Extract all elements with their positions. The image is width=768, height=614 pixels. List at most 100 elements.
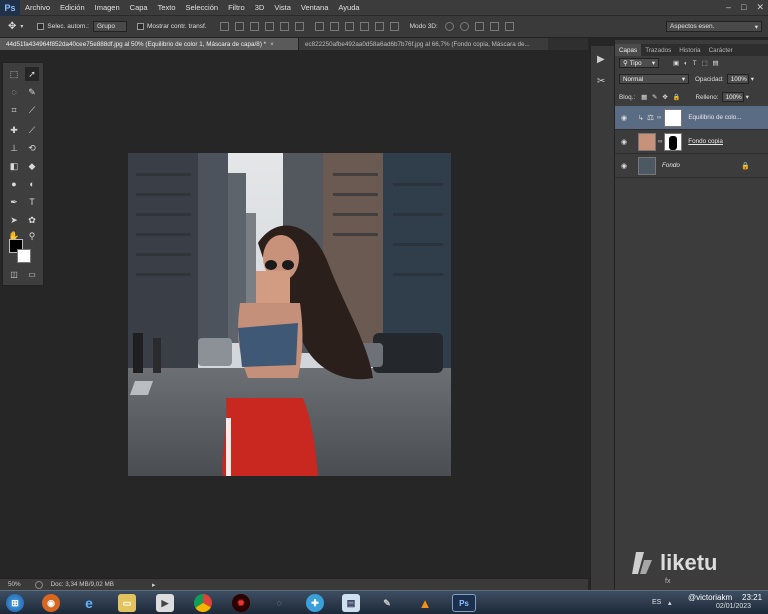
- eyedropper-tool-icon[interactable]: ⟋: [25, 103, 39, 117]
- quick-selection-tool-icon[interactable]: ✎: [25, 85, 39, 99]
- minimize-icon[interactable]: –: [726, 2, 731, 13]
- brush-tool-icon[interactable]: ⟋: [25, 123, 39, 137]
- layer-row-fondo[interactable]: ◉ Fondo 🔒: [615, 154, 768, 178]
- menu-edicion[interactable]: Edición: [55, 3, 90, 12]
- slide-3d-icon[interactable]: [489, 22, 499, 31]
- align-bottom-icon[interactable]: [249, 22, 259, 31]
- align-middle-icon[interactable]: [234, 22, 244, 31]
- internet-explorer-icon[interactable]: e: [80, 594, 98, 612]
- vlc-icon[interactable]: ▲: [416, 594, 434, 612]
- history-brush-tool-icon[interactable]: ⟲: [25, 141, 39, 155]
- layer-row-color-balance[interactable]: ◉ ↳ ⚖ ∞ Equilibrio de colo...: [615, 106, 768, 130]
- auto-select-option[interactable]: Selec. autom.:: [37, 23, 89, 30]
- path-selection-tool-icon[interactable]: ➤: [7, 213, 21, 227]
- align-center-icon[interactable]: [279, 22, 289, 31]
- menu-imagen[interactable]: Imagen: [90, 3, 125, 12]
- screen-mode-icon[interactable]: ▭: [25, 267, 39, 281]
- distribute-top-icon[interactable]: [314, 22, 324, 31]
- fill-slider-icon[interactable]: ▾: [746, 94, 749, 101]
- layer-name[interactable]: Fondo: [662, 162, 680, 169]
- rotate-3d-icon[interactable]: [444, 22, 454, 31]
- menu-3d[interactable]: 3D: [250, 3, 270, 12]
- lasso-tool-icon[interactable]: ◌: [7, 85, 21, 99]
- menu-filtro[interactable]: Filtro: [223, 3, 250, 12]
- healing-brush-tool-icon[interactable]: ✚: [7, 123, 21, 137]
- align-right-icon[interactable]: [294, 22, 304, 31]
- tab-caracter[interactable]: Carácter: [705, 44, 737, 56]
- show-transform-option[interactable]: Mostrar contr. transf.: [136, 23, 207, 30]
- show-transform-checkbox[interactable]: [136, 23, 144, 30]
- pan-3d-icon[interactable]: [474, 22, 484, 31]
- blend-mode-dropdown[interactable]: Normal ▾: [619, 74, 689, 84]
- distribute-bottom-icon[interactable]: [344, 22, 354, 31]
- distribute-middle-icon[interactable]: [329, 22, 339, 31]
- auto-select-dropdown[interactable]: Grupo: [92, 21, 127, 32]
- dodge-tool-icon[interactable]: ◐: [25, 177, 39, 191]
- menu-capa[interactable]: Capa: [125, 3, 153, 12]
- tools-preset-icon[interactable]: ✂: [597, 76, 605, 87]
- opacity-slider-icon[interactable]: ▾: [751, 76, 754, 83]
- circle-app-icon[interactable]: ◌: [270, 594, 288, 612]
- visibility-eye-icon[interactable]: ◉: [618, 114, 630, 122]
- layer-filter-dropdown[interactable]: ⚲ Tipo ▾: [619, 58, 659, 68]
- lock-icons[interactable]: ▦✎✥🔒: [641, 93, 685, 101]
- folder-icon[interactable]: ▭: [118, 594, 136, 612]
- layer-mask-thumbnail[interactable]: [664, 108, 683, 127]
- roll-3d-icon[interactable]: [459, 22, 469, 31]
- red-app-icon[interactable]: ✹: [232, 594, 250, 612]
- layer-row-fondo-copia[interactable]: ◉ ∞ Fondo copia: [615, 130, 768, 154]
- menu-archivo[interactable]: Archivo: [20, 3, 55, 12]
- menu-vista[interactable]: Vista: [269, 3, 296, 12]
- status-menu-arrow-icon[interactable]: ▸: [152, 581, 156, 589]
- menu-seleccion[interactable]: Selección: [181, 3, 224, 12]
- visibility-eye-icon[interactable]: ◉: [618, 138, 630, 146]
- move-tool-icon[interactable]: ✥: [8, 21, 16, 32]
- clock-date[interactable]: 02/01/2023: [716, 603, 751, 610]
- close-icon[interactable]: ✕: [756, 2, 764, 13]
- opacity-field[interactable]: 100%: [726, 74, 749, 84]
- layer-name[interactable]: Equilibrio de colo...: [688, 114, 741, 121]
- tab-document-1[interactable]: 44d51fa434964f852da40cee75e888df.jpg al …: [0, 38, 298, 50]
- clone-stamp-tool-icon[interactable]: ⊥: [7, 141, 21, 155]
- align-left-icon[interactable]: [264, 22, 274, 31]
- maximize-icon[interactable]: □: [741, 2, 746, 13]
- distribute-left-icon[interactable]: [359, 22, 369, 31]
- menu-ventana[interactable]: Ventana: [296, 3, 334, 12]
- language-indicator[interactable]: ES: [652, 599, 661, 606]
- quick-mask-icon[interactable]: ◫: [7, 267, 21, 281]
- system-tray-arrow-icon[interactable]: ▴: [668, 599, 672, 607]
- clock-time[interactable]: 23:21: [742, 593, 762, 602]
- tab-capas[interactable]: Capas: [615, 44, 642, 56]
- start-button-icon[interactable]: ⊞: [6, 594, 24, 612]
- tab-trazados[interactable]: Trazados: [641, 44, 675, 56]
- layer-mask-thumbnail[interactable]: [664, 132, 683, 151]
- workspace-dropdown[interactable]: Aspectos esen. ▾: [666, 21, 762, 32]
- chevron-down-icon[interactable]: ▾: [20, 23, 23, 30]
- network-globe-icon[interactable]: ✚: [306, 594, 324, 612]
- close-icon[interactable]: ×: [270, 41, 274, 48]
- document-icon[interactable]: ▤: [342, 594, 360, 612]
- background-color-swatch[interactable]: [17, 249, 31, 263]
- media-player-icon[interactable]: ▶: [156, 594, 174, 612]
- fill-field[interactable]: 100%: [721, 92, 744, 102]
- fx-icon[interactable]: fx: [665, 578, 670, 585]
- zoom-tool-icon[interactable]: ⚲: [25, 229, 39, 243]
- status-info-icon[interactable]: [34, 580, 43, 589]
- chrome-icon[interactable]: [194, 594, 212, 612]
- menu-ayuda[interactable]: Ayuda: [333, 3, 364, 12]
- tab-historia[interactable]: Historia: [675, 44, 704, 56]
- paint-bucket-tool-icon[interactable]: ◆: [25, 159, 39, 173]
- type-tool-icon[interactable]: T: [25, 195, 39, 209]
- menu-texto[interactable]: Texto: [153, 3, 181, 12]
- pen-tool-icon[interactable]: ✒: [7, 195, 21, 209]
- align-top-icon[interactable]: [219, 22, 229, 31]
- blur-tool-icon[interactable]: ●: [7, 177, 21, 191]
- eraser-tool-icon[interactable]: ◧: [7, 159, 21, 173]
- pen-app-icon[interactable]: ✎: [378, 594, 396, 612]
- play-actions-icon[interactable]: ▶: [597, 54, 605, 65]
- layer-name[interactable]: Fondo copia: [688, 138, 723, 145]
- marquee-tool-icon[interactable]: ⬚: [7, 67, 21, 81]
- distribute-right-icon[interactable]: [389, 22, 399, 31]
- shape-tool-icon[interactable]: ✿: [25, 213, 39, 227]
- zoom-level[interactable]: 50%: [8, 581, 21, 588]
